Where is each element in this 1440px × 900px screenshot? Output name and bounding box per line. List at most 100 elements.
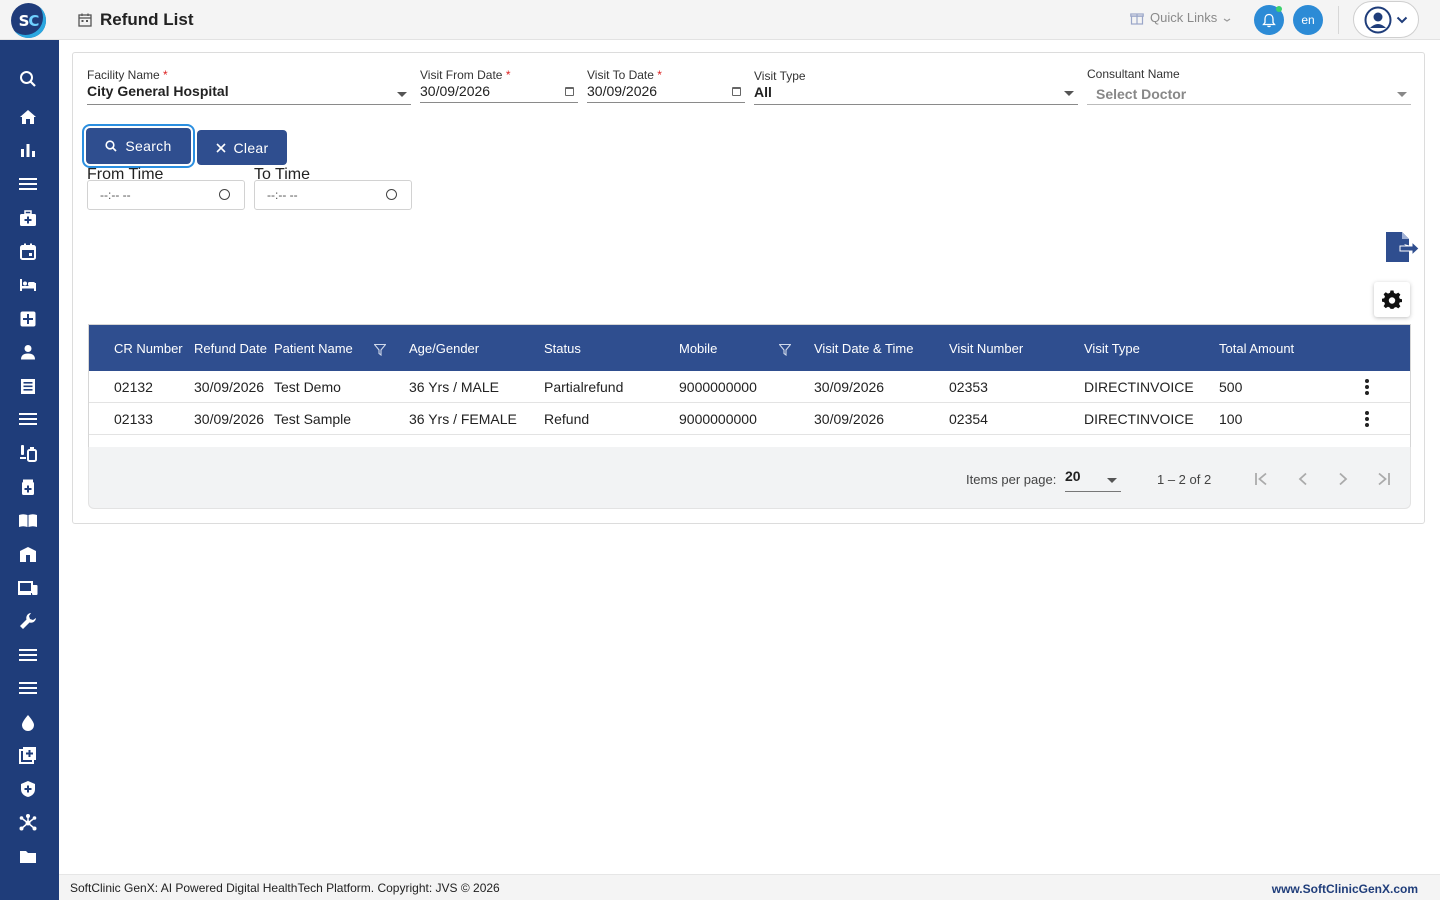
cell-total-amount: 500 [1219,379,1243,395]
bell-icon [1262,13,1276,27]
cell-visit-date-time: 30/09/2026 [814,411,885,427]
building-icon[interactable] [17,543,39,565]
receipt-icon[interactable] [17,375,39,397]
column-header-patient-name[interactable]: Patient Name [274,341,353,356]
folder-icon[interactable] [17,845,39,867]
column-header-refund-date[interactable]: Refund Date [194,341,267,356]
consultant-name-select[interactable]: Consultant Name Select Doctor [1087,67,1411,105]
search-icon[interactable] [17,68,39,90]
column-header-total-amount[interactable]: Total Amount [1219,341,1294,356]
facility-name-value: City General Hospital [87,83,229,99]
items-per-page-label: Items per page: [966,472,1057,487]
cell-age-gender: 36 Yrs / FEMALE [409,411,517,427]
notifications-button[interactable] [1254,5,1284,35]
column-header-visit-date-time[interactable]: Visit Date & Time [814,341,913,356]
clock-icon[interactable] [219,189,230,200]
column-header-mobile[interactable]: Mobile [679,341,717,356]
devices-icon[interactable] [17,577,39,599]
filter-icon[interactable] [779,344,791,356]
consultant-name-placeholder: Select Doctor [1096,86,1187,102]
to-time-input[interactable]: --:-- -- [254,180,412,210]
footer-website-link[interactable]: www.SoftClinicGenX.com [1272,882,1418,896]
previous-page-button[interactable] [1293,471,1313,487]
clear-button[interactable]: Clear [197,130,287,165]
app-logo[interactable]: SC [11,3,46,38]
calendar-nav-icon[interactable] [17,240,39,262]
visit-from-date-field[interactable]: Visit From Date * 30/09/2026 [420,68,578,103]
bed-icon[interactable] [17,274,39,296]
menu-icon[interactable] [17,173,39,195]
cell-cr-number: 02132 [114,379,153,395]
facility-name-select[interactable]: Facility Name * City General Hospital [87,68,411,105]
row-actions-icon[interactable] [1365,379,1369,397]
required-mark: * [505,68,511,82]
cell-total-amount: 100 [1219,411,1243,427]
search-button[interactable]: Search [86,128,191,164]
next-page-button[interactable] [1333,471,1353,487]
required-mark: * [657,68,662,82]
visit-from-date-value: 30/09/2026 [420,83,491,99]
visit-type-label: Visit Type [754,69,806,83]
last-page-button[interactable] [1373,471,1393,487]
person-icon[interactable] [17,341,39,363]
home-icon[interactable] [17,106,39,128]
field-underline [87,104,411,105]
export-file-icon[interactable] [1384,231,1420,265]
column-header-age-gender[interactable]: Age/Gender [409,341,479,356]
required-mark: * [163,68,168,82]
column-header-cr-number[interactable]: CR Number [114,341,183,356]
refund-table: CR Number Refund Date Patient Name Age/G… [88,324,1411,448]
quick-links-menu[interactable]: Quick Links [1130,10,1231,25]
menu-icon-3[interactable] [17,644,39,666]
wrench-icon[interactable] [17,610,39,632]
blood-drop-icon[interactable] [17,711,39,733]
column-header-status[interactable]: Status [544,341,581,356]
lab-icon[interactable] [17,442,39,464]
book-icon[interactable] [17,509,39,531]
calendar-picker-icon[interactable] [565,87,574,96]
language-button[interactable]: en [1293,5,1323,35]
table-settings-button[interactable] [1374,282,1410,317]
footer-copyright: SoftClinic GenX: AI Powered Digital Heal… [70,881,500,895]
calendar-picker-icon[interactable] [732,87,741,96]
table-header: CR Number Refund Date Patient Name Age/G… [89,325,1410,371]
paginator: Items per page: 20 1 – 2 of 2 [88,447,1411,509]
column-header-visit-number[interactable]: Visit Number [949,341,1023,356]
chevron-down-icon [1064,91,1074,96]
table-row[interactable]: 02133 30/09/2026 Test Sample 36 Yrs / FE… [89,403,1410,435]
items-per-page-value: 20 [1065,468,1081,484]
visit-to-date-field[interactable]: Visit To Date * 30/09/2026 [587,68,745,103]
column-header-visit-type[interactable]: Visit Type [1084,341,1140,356]
menu-icon-4[interactable] [17,677,39,699]
consultant-name-label: Consultant Name [1087,67,1180,81]
user-menu-button[interactable] [1353,1,1419,38]
close-icon [215,142,226,153]
bar-chart-icon[interactable] [17,139,39,161]
shield-icon[interactable] [17,778,39,800]
filter-icon[interactable] [374,344,386,356]
cell-visit-number: 02353 [949,379,988,395]
calendar-icon [78,13,92,27]
cell-patient-name: Test Demo [274,379,341,395]
from-time-input[interactable]: --:-- -- [87,180,245,210]
search-button-label: Search [125,138,172,154]
row-actions-icon[interactable] [1365,411,1369,429]
add-box-icon[interactable] [17,744,39,766]
visit-type-select[interactable]: Visit Type All [754,69,1078,105]
items-per-page-select[interactable]: 20 [1065,468,1121,492]
quick-links-label: Quick Links [1150,10,1218,25]
menu-icon-2[interactable] [17,408,39,430]
cell-status: Refund [544,411,590,427]
top-bar: SC Refund List Quick Links en [0,0,1440,40]
field-underline [587,102,745,103]
clock-icon[interactable] [386,189,397,200]
hospital-plus-icon[interactable] [17,308,39,330]
table-row[interactable]: 02132 30/09/2026 Test Demo 36 Yrs / MALE… [89,371,1410,403]
chevron-down-icon [1223,18,1231,22]
chevron-down-icon [397,92,407,97]
network-icon[interactable] [17,812,39,834]
pharmacy-icon[interactable] [17,476,39,498]
first-page-button[interactable] [1253,471,1273,487]
cell-refund-date: 30/09/2026 [194,379,265,395]
medical-bag-icon[interactable] [17,207,39,229]
